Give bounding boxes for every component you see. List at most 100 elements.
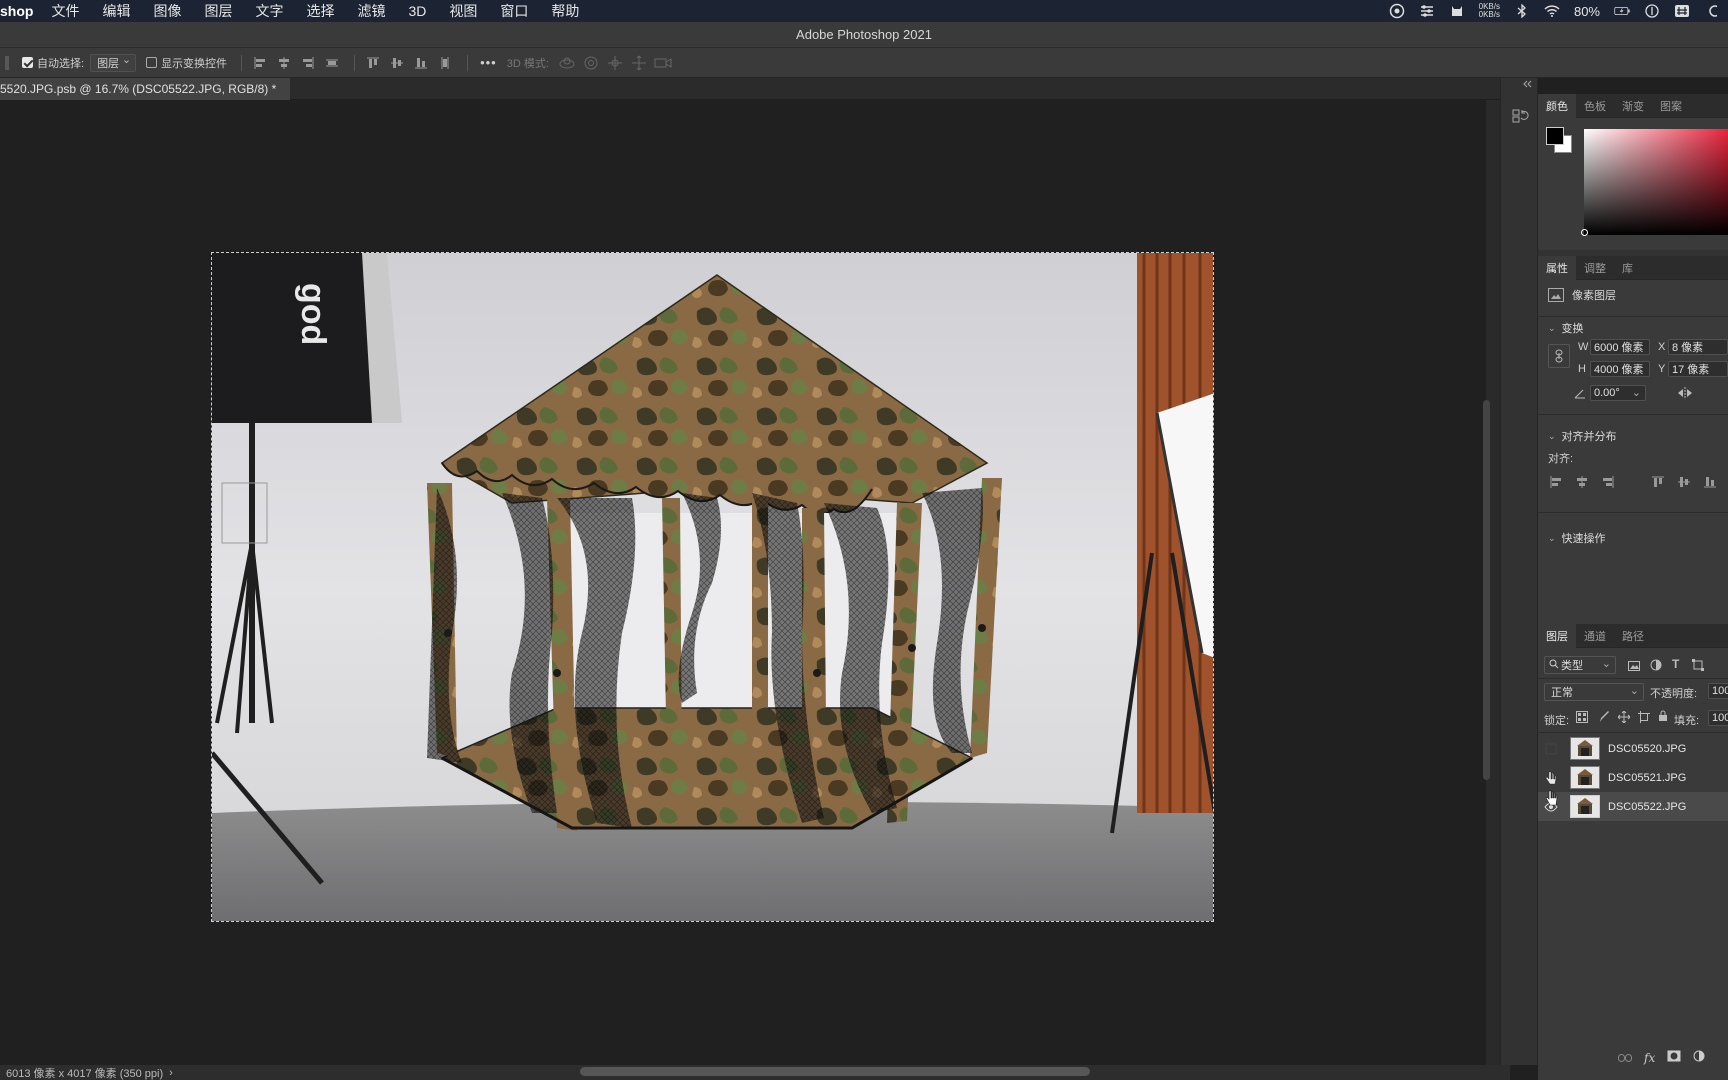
lock-pixels-icon[interactable] [1598,711,1610,726]
lock-transparent-icon[interactable] [1576,711,1588,726]
siri-icon[interactable] [1644,4,1660,18]
y-position-field[interactable]: 17 像素 [1668,361,1728,377]
canvas-horizontal-scroll-thumb[interactable] [580,1067,1090,1076]
more-options-button[interactable]: ••• [480,55,497,70]
status-arrow[interactable]: › [169,1067,173,1079]
pan-3d-icon[interactable] [605,53,625,73]
menu-filter[interactable]: 滤镜 [357,1,385,21]
collapse-panels-icon[interactable] [1522,80,1532,91]
align-vertical-centers-icon[interactable] [387,53,407,73]
menu-select[interactable]: 选择 [306,1,334,21]
link-layers-icon[interactable] [1618,1051,1632,1065]
add-mask-icon[interactable] [1667,1050,1681,1065]
auto-select-target-dropdown[interactable]: 图层 [90,53,137,72]
align-section-header[interactable]: ⌄ 对齐并分布 [1538,426,1617,446]
filter-adjustment-icon[interactable] [1650,659,1662,674]
roll-3d-icon[interactable] [581,53,601,73]
filter-type-icon[interactable]: T [1672,657,1679,671]
visibility-toggle[interactable] [1544,771,1558,785]
auto-select-checkbox[interactable] [22,57,33,68]
color-picker-cursor[interactable] [1581,229,1588,236]
tab-layers[interactable]: 图层 [1538,623,1576,648]
layer-row[interactable]: DSC05520.JPG [1538,734,1728,763]
show-transform-checkbox[interactable] [146,57,158,68]
angle-field[interactable]: 0.00° ⌄ [1590,385,1646,401]
x-position-field[interactable]: 8 像素 [1668,339,1728,355]
lock-all-icon[interactable] [1658,710,1668,725]
menu-layer[interactable]: 图层 [204,1,232,21]
menu-type[interactable]: 文字 [255,1,283,21]
lock-artboard-icon[interactable] [1638,711,1650,726]
history-panel-icon[interactable] [1511,108,1529,131]
lock-position-icon[interactable] [1617,710,1631,726]
align-middle-icon[interactable] [1676,474,1692,493]
align-left-icon[interactable] [1548,474,1564,493]
menu-window[interactable]: 窗口 [500,1,528,21]
filter-shape-icon[interactable] [1692,659,1704,674]
align-top-edges-icon[interactable] [363,53,383,73]
fill-field[interactable]: 100% [1708,710,1728,726]
layer-row[interactable]: DSC05521.JPG [1538,763,1728,792]
input-method-icon[interactable] [1674,4,1690,18]
distribute-vertical-icon[interactable] [435,53,455,73]
controls-icon[interactable] [1419,4,1435,18]
slide-3d-icon[interactable] [629,53,649,73]
auto-select-control[interactable]: 自动选择: [22,55,84,71]
height-field[interactable]: 4000 像素 [1590,361,1650,377]
align-center-icon[interactable] [1574,474,1590,493]
document-canvas[interactable]: god [0,100,1486,1065]
canvas-vertical-scroll-thumb[interactable] [1483,400,1490,780]
opacity-field[interactable]: 100% [1708,683,1728,699]
show-transform-control[interactable]: 显示变换控件 [146,55,227,71]
align-horizontal-centers-icon[interactable] [274,53,294,73]
new-adjustment-icon[interactable] [1693,1050,1705,1065]
fx-icon[interactable]: fx [1644,1051,1655,1065]
orbit-3d-icon[interactable] [557,53,577,73]
control-center-icon[interactable] [1704,4,1720,18]
wifi-icon[interactable] [1544,4,1560,18]
tab-gradients[interactable]: 渐变 [1614,94,1652,118]
align-top-icon[interactable] [1650,474,1666,493]
menu-3d[interactable]: 3D [408,3,426,19]
foreground-color-swatch[interactable] [1546,127,1564,145]
tab-libraries[interactable]: 库 [1614,256,1641,280]
tab-paths[interactable]: 路径 [1614,624,1652,648]
transform-section-header[interactable]: ⌄ 变换 [1538,318,1584,338]
layer-row-selected[interactable]: DSC05522.JPG [1538,792,1728,821]
align-bottom-edges-icon[interactable] [411,53,431,73]
align-right-icon[interactable] [1600,474,1616,493]
menu-edit[interactable]: 编辑 [102,1,130,21]
flip-horizontal-icon[interactable] [1676,387,1694,402]
tab-properties[interactable]: 属性 [1538,255,1576,280]
document-tab-title: 5520.JPG.psb @ 16.7% (DSC05522.JPG, RGB/… [0,82,277,96]
tab-swatches[interactable]: 色板 [1576,94,1614,118]
creative-cloud-icon[interactable] [1389,3,1405,19]
align-left-edges-icon[interactable] [250,53,270,73]
quick-actions-section-header[interactable]: ⌄ 快速操作 [1538,528,1606,548]
tab-adjustments[interactable]: 调整 [1576,256,1614,280]
link-dimensions-icon[interactable] [1548,344,1570,368]
color-picker-field[interactable] [1581,129,1728,236]
tab-patterns[interactable]: 图案 [1652,94,1690,118]
menu-file[interactable]: 文件 [51,1,79,21]
menu-view[interactable]: 视图 [449,1,477,21]
blend-mode-dropdown[interactable]: 正常 ⌄ [1544,683,1644,701]
layer-filter-dropdown[interactable]: 类型 ⌄ [1544,656,1616,674]
menu-help[interactable]: 帮助 [551,1,579,21]
tab-color[interactable]: 颜色 [1538,93,1576,118]
app-menu[interactable]: shop [0,3,33,19]
camera-3d-icon[interactable] [653,53,673,73]
align-right-edges-icon[interactable] [298,53,318,73]
visibility-toggle[interactable] [1544,742,1558,756]
battery-icon[interactable] [1614,4,1630,18]
align-bottom-icon[interactable] [1702,474,1718,493]
document-tab[interactable]: 5520.JPG.psb @ 16.7% (DSC05522.JPG, RGB/… [0,78,290,100]
menu-image[interactable]: 图像 [153,1,181,21]
canvas-image[interactable]: god [211,252,1214,922]
width-field[interactable]: 6000 像素 [1590,339,1650,355]
distribute-horizontal-icon[interactable] [322,53,342,73]
cat-icon[interactable] [1449,4,1465,18]
tab-channels[interactable]: 通道 [1576,624,1614,648]
bluetooth-icon[interactable] [1514,4,1530,18]
filter-pixel-icon[interactable] [1628,660,1640,674]
